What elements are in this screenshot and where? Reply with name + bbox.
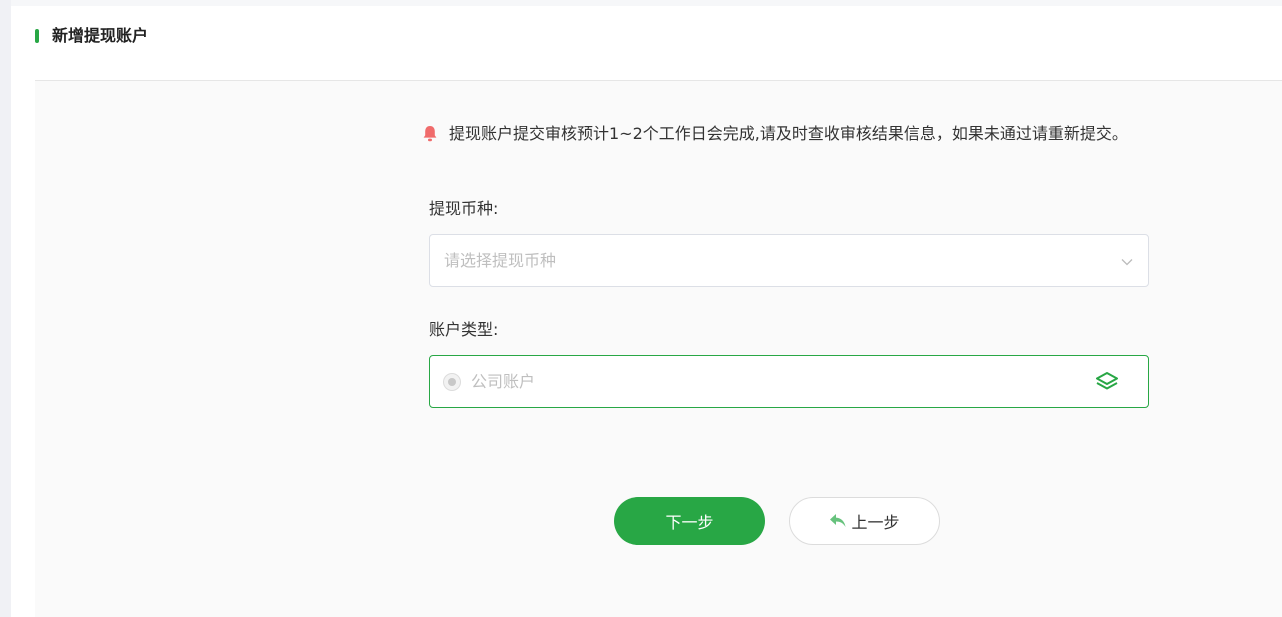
prev-step-label: 上一步 [851,513,900,532]
company-account-radio[interactable] [443,373,461,391]
next-step-button[interactable]: 下一步 [614,497,765,545]
account-type-field[interactable]: 公司账户 [429,355,1149,408]
radio-dot [448,378,456,386]
notice-text: 提现账户提交审核预计1~2个工作日会完成,请及时查收审核结果信息，如果未通过请重… [449,124,1128,143]
chevron-down-icon [1120,254,1134,268]
reply-icon [829,513,847,529]
currency-label: 提现币种: [429,199,499,218]
bell-icon [422,125,438,143]
layers-icon[interactable] [1095,370,1119,394]
page-header: 新增提现账户 [11,6,1282,80]
currency-select-placeholder: 请选择提现币种 [444,251,557,270]
notice-message: 提现账户提交审核预计1~2个工作日会完成,请及时查收审核结果信息，如果未通过请重… [422,122,1128,146]
currency-select[interactable]: 请选择提现币种 [429,234,1149,287]
header-accent-bar [35,29,39,43]
page-title: 新增提现账户 [52,26,149,45]
account-type-label: 账户类型: [429,320,499,339]
left-sidebar-strip [0,0,11,617]
prev-step-button[interactable]: 上一步 [789,497,940,545]
company-account-label: 公司账户 [471,372,536,391]
